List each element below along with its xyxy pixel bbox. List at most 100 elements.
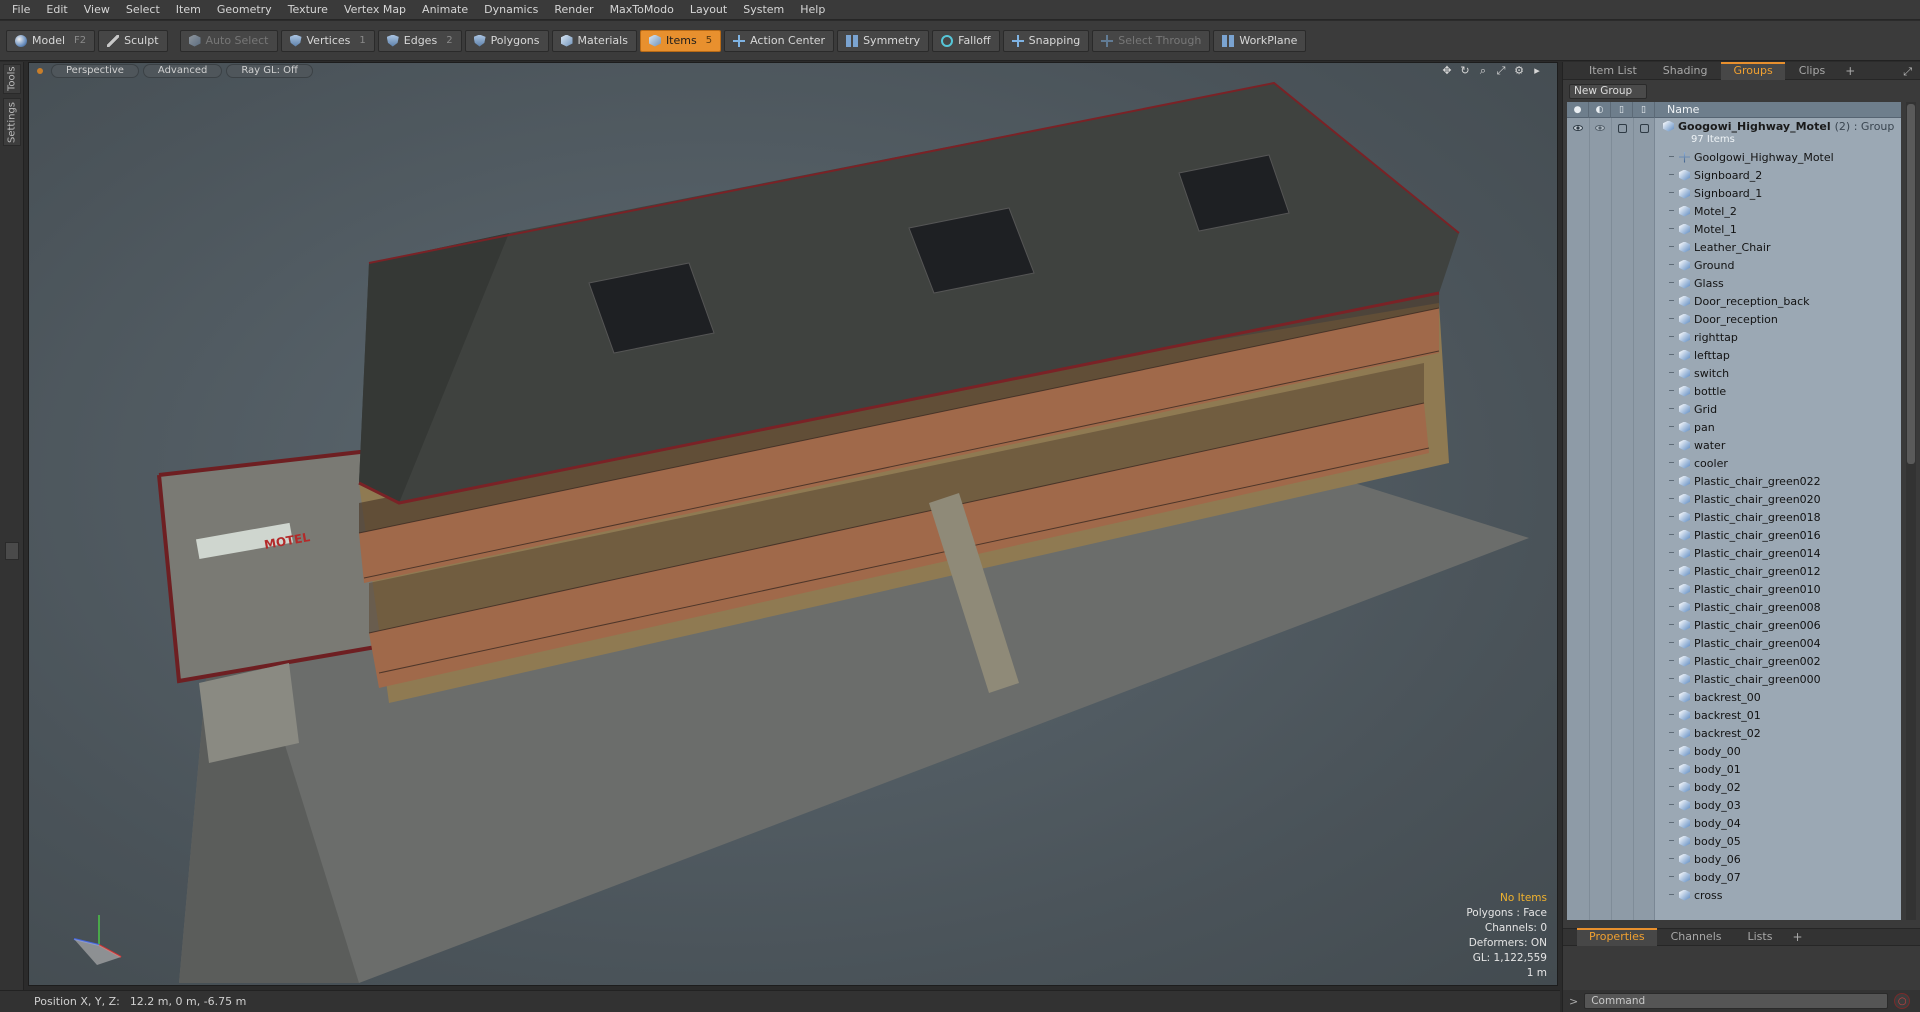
list-item[interactable]: body_01 (1655, 760, 1901, 778)
menu-view[interactable]: View (76, 0, 118, 20)
name-column-header[interactable]: Name (1655, 103, 1699, 116)
list-item[interactable]: switch (1655, 364, 1901, 382)
menu-render[interactable]: Render (546, 0, 601, 20)
auto-select-button[interactable]: Auto Select (179, 29, 278, 52)
select-column-icon[interactable]: ▯ (1633, 102, 1655, 118)
render-column-icon[interactable]: ◐ (1589, 102, 1611, 118)
list-item[interactable]: body_05 (1655, 832, 1901, 850)
gear-icon[interactable]: ⚙ (1513, 65, 1525, 77)
menu-vertex-map[interactable]: Vertex Map (336, 0, 414, 20)
snapping-button[interactable]: Snapping (1002, 29, 1090, 52)
menu-texture[interactable]: Texture (280, 0, 336, 20)
menu-layout[interactable]: Layout (682, 0, 735, 20)
list-item[interactable]: backrest_01 (1655, 706, 1901, 724)
viewport-menu-icon[interactable] (37, 68, 43, 74)
tab-shading[interactable]: Shading (1651, 62, 1720, 80)
lock-column-icon[interactable]: ▯ (1611, 102, 1633, 118)
view-type-dropdown[interactable]: Perspective (51, 64, 139, 78)
vertices-button[interactable]: Vertices 1 (280, 29, 375, 52)
list-item[interactable]: body_03 (1655, 796, 1901, 814)
list-item[interactable]: body_07 (1655, 868, 1901, 886)
menu-file[interactable]: File (4, 0, 38, 20)
menu-animate[interactable]: Animate (414, 0, 476, 20)
polygons-button[interactable]: Polygons (464, 29, 549, 52)
list-item[interactable]: Ground (1655, 256, 1901, 274)
materials-button[interactable]: Materials (551, 29, 637, 52)
zoom-icon[interactable]: ⌕ (1477, 65, 1489, 77)
list-item[interactable]: Plastic_chair_green014 (1655, 544, 1901, 562)
list-item[interactable]: Signboard_1 (1655, 184, 1901, 202)
tree-scrollbar[interactable] (1906, 102, 1916, 920)
select-checkbox[interactable] (1639, 123, 1649, 133)
visibility-column-icon[interactable]: ● (1567, 102, 1589, 118)
list-item[interactable]: Motel_2 (1655, 202, 1901, 220)
render-eye-icon[interactable] (1595, 125, 1605, 131)
tools-tab[interactable]: Tools (3, 64, 21, 94)
rotate-icon[interactable]: ↻ (1459, 65, 1471, 77)
menu-help[interactable]: Help (792, 0, 833, 20)
list-item[interactable]: righttap (1655, 328, 1901, 346)
pan-icon[interactable]: ✥ (1441, 65, 1453, 77)
list-item[interactable]: body_04 (1655, 814, 1901, 832)
list-item[interactable]: Plastic_chair_green022 (1655, 472, 1901, 490)
list-item[interactable]: Leather_Chair (1655, 238, 1901, 256)
menu-select[interactable]: Select (118, 0, 168, 20)
tab-item-list[interactable]: Item List (1577, 62, 1649, 80)
list-item[interactable]: cross (1655, 886, 1901, 904)
raygl-dropdown[interactable]: Ray GL: Off (226, 64, 313, 78)
list-item[interactable]: Motel_1 (1655, 220, 1901, 238)
list-item[interactable]: Plastic_chair_green008 (1655, 598, 1901, 616)
sculpt-button[interactable]: Sculpt (98, 29, 168, 52)
menu-edit[interactable]: Edit (38, 0, 75, 20)
list-item[interactable]: bottle (1655, 382, 1901, 400)
3d-viewport[interactable]: MOTEL Perspective Advanced Ray GL: Off ✥… (28, 62, 1558, 986)
falloff-button[interactable]: Falloff (932, 29, 1000, 52)
list-item[interactable]: Plastic_chair_green010 (1655, 580, 1901, 598)
visibility-eye-icon[interactable] (1573, 125, 1583, 131)
menu-dynamics[interactable]: Dynamics (476, 0, 546, 20)
new-group-button[interactable]: New Group (1569, 84, 1647, 99)
list-item[interactable]: Signboard_2 (1655, 166, 1901, 184)
list-item[interactable]: body_06 (1655, 850, 1901, 868)
list-item[interactable]: Grid (1655, 400, 1901, 418)
add-tab-icon[interactable]: + (1786, 930, 1808, 944)
group-row[interactable]: Googowi_Highway_Motel (2) : Group (1655, 118, 1901, 134)
list-item[interactable]: backrest_02 (1655, 724, 1901, 742)
list-item[interactable]: Plastic_chair_green004 (1655, 634, 1901, 652)
list-item[interactable]: Plastic_chair_green018 (1655, 508, 1901, 526)
list-item[interactable]: Plastic_chair_green002 (1655, 652, 1901, 670)
list-item[interactable]: Plastic_chair_green020 (1655, 490, 1901, 508)
items-button[interactable]: Items 5 (639, 29, 722, 52)
menu-system[interactable]: System (735, 0, 792, 20)
list-item[interactable]: Plastic_chair_green016 (1655, 526, 1901, 544)
list-item[interactable]: body_02 (1655, 778, 1901, 796)
list-item[interactable]: Plastic_chair_green000 (1655, 670, 1901, 688)
select-through-button[interactable]: Select Through (1092, 29, 1211, 52)
list-item[interactable]: Plastic_chair_green012 (1655, 562, 1901, 580)
symmetry-button[interactable]: Symmetry (837, 29, 930, 52)
tab-groups[interactable]: Groups (1721, 61, 1785, 80)
add-tab-icon[interactable]: + (1839, 64, 1861, 78)
action-center-button[interactable]: Action Center (724, 29, 835, 52)
shading-dropdown[interactable]: Advanced (142, 64, 223, 78)
tree-scroll-thumb[interactable] (1907, 104, 1915, 464)
tab-lists[interactable]: Lists (1736, 928, 1785, 946)
list-item[interactable]: lefttap (1655, 346, 1901, 364)
list-item[interactable]: Glass (1655, 274, 1901, 292)
lock-checkbox[interactable] (1617, 123, 1627, 133)
menu-geometry[interactable]: Geometry (209, 0, 280, 20)
expand-arrow-icon[interactable]: ▸ (1531, 65, 1543, 77)
menu-item[interactable]: Item (168, 0, 209, 20)
settings-tab[interactable]: Settings (3, 98, 21, 146)
list-item[interactable]: water (1655, 436, 1901, 454)
model-button[interactable]: Model F2 (6, 29, 96, 52)
list-item[interactable]: pan (1655, 418, 1901, 436)
panel-maximize-icon[interactable]: ⤢ (1903, 65, 1912, 79)
maximize-icon[interactable]: ⤢ (1495, 65, 1507, 77)
list-item[interactable]: Plastic_chair_green006 (1655, 616, 1901, 634)
list-item[interactable]: Door_reception_back (1655, 292, 1901, 310)
workplane-button[interactable]: WorkPlane (1213, 29, 1307, 52)
tab-properties[interactable]: Properties (1577, 928, 1657, 946)
tab-channels[interactable]: Channels (1659, 928, 1734, 946)
edges-button[interactable]: Edges 2 (377, 29, 462, 52)
